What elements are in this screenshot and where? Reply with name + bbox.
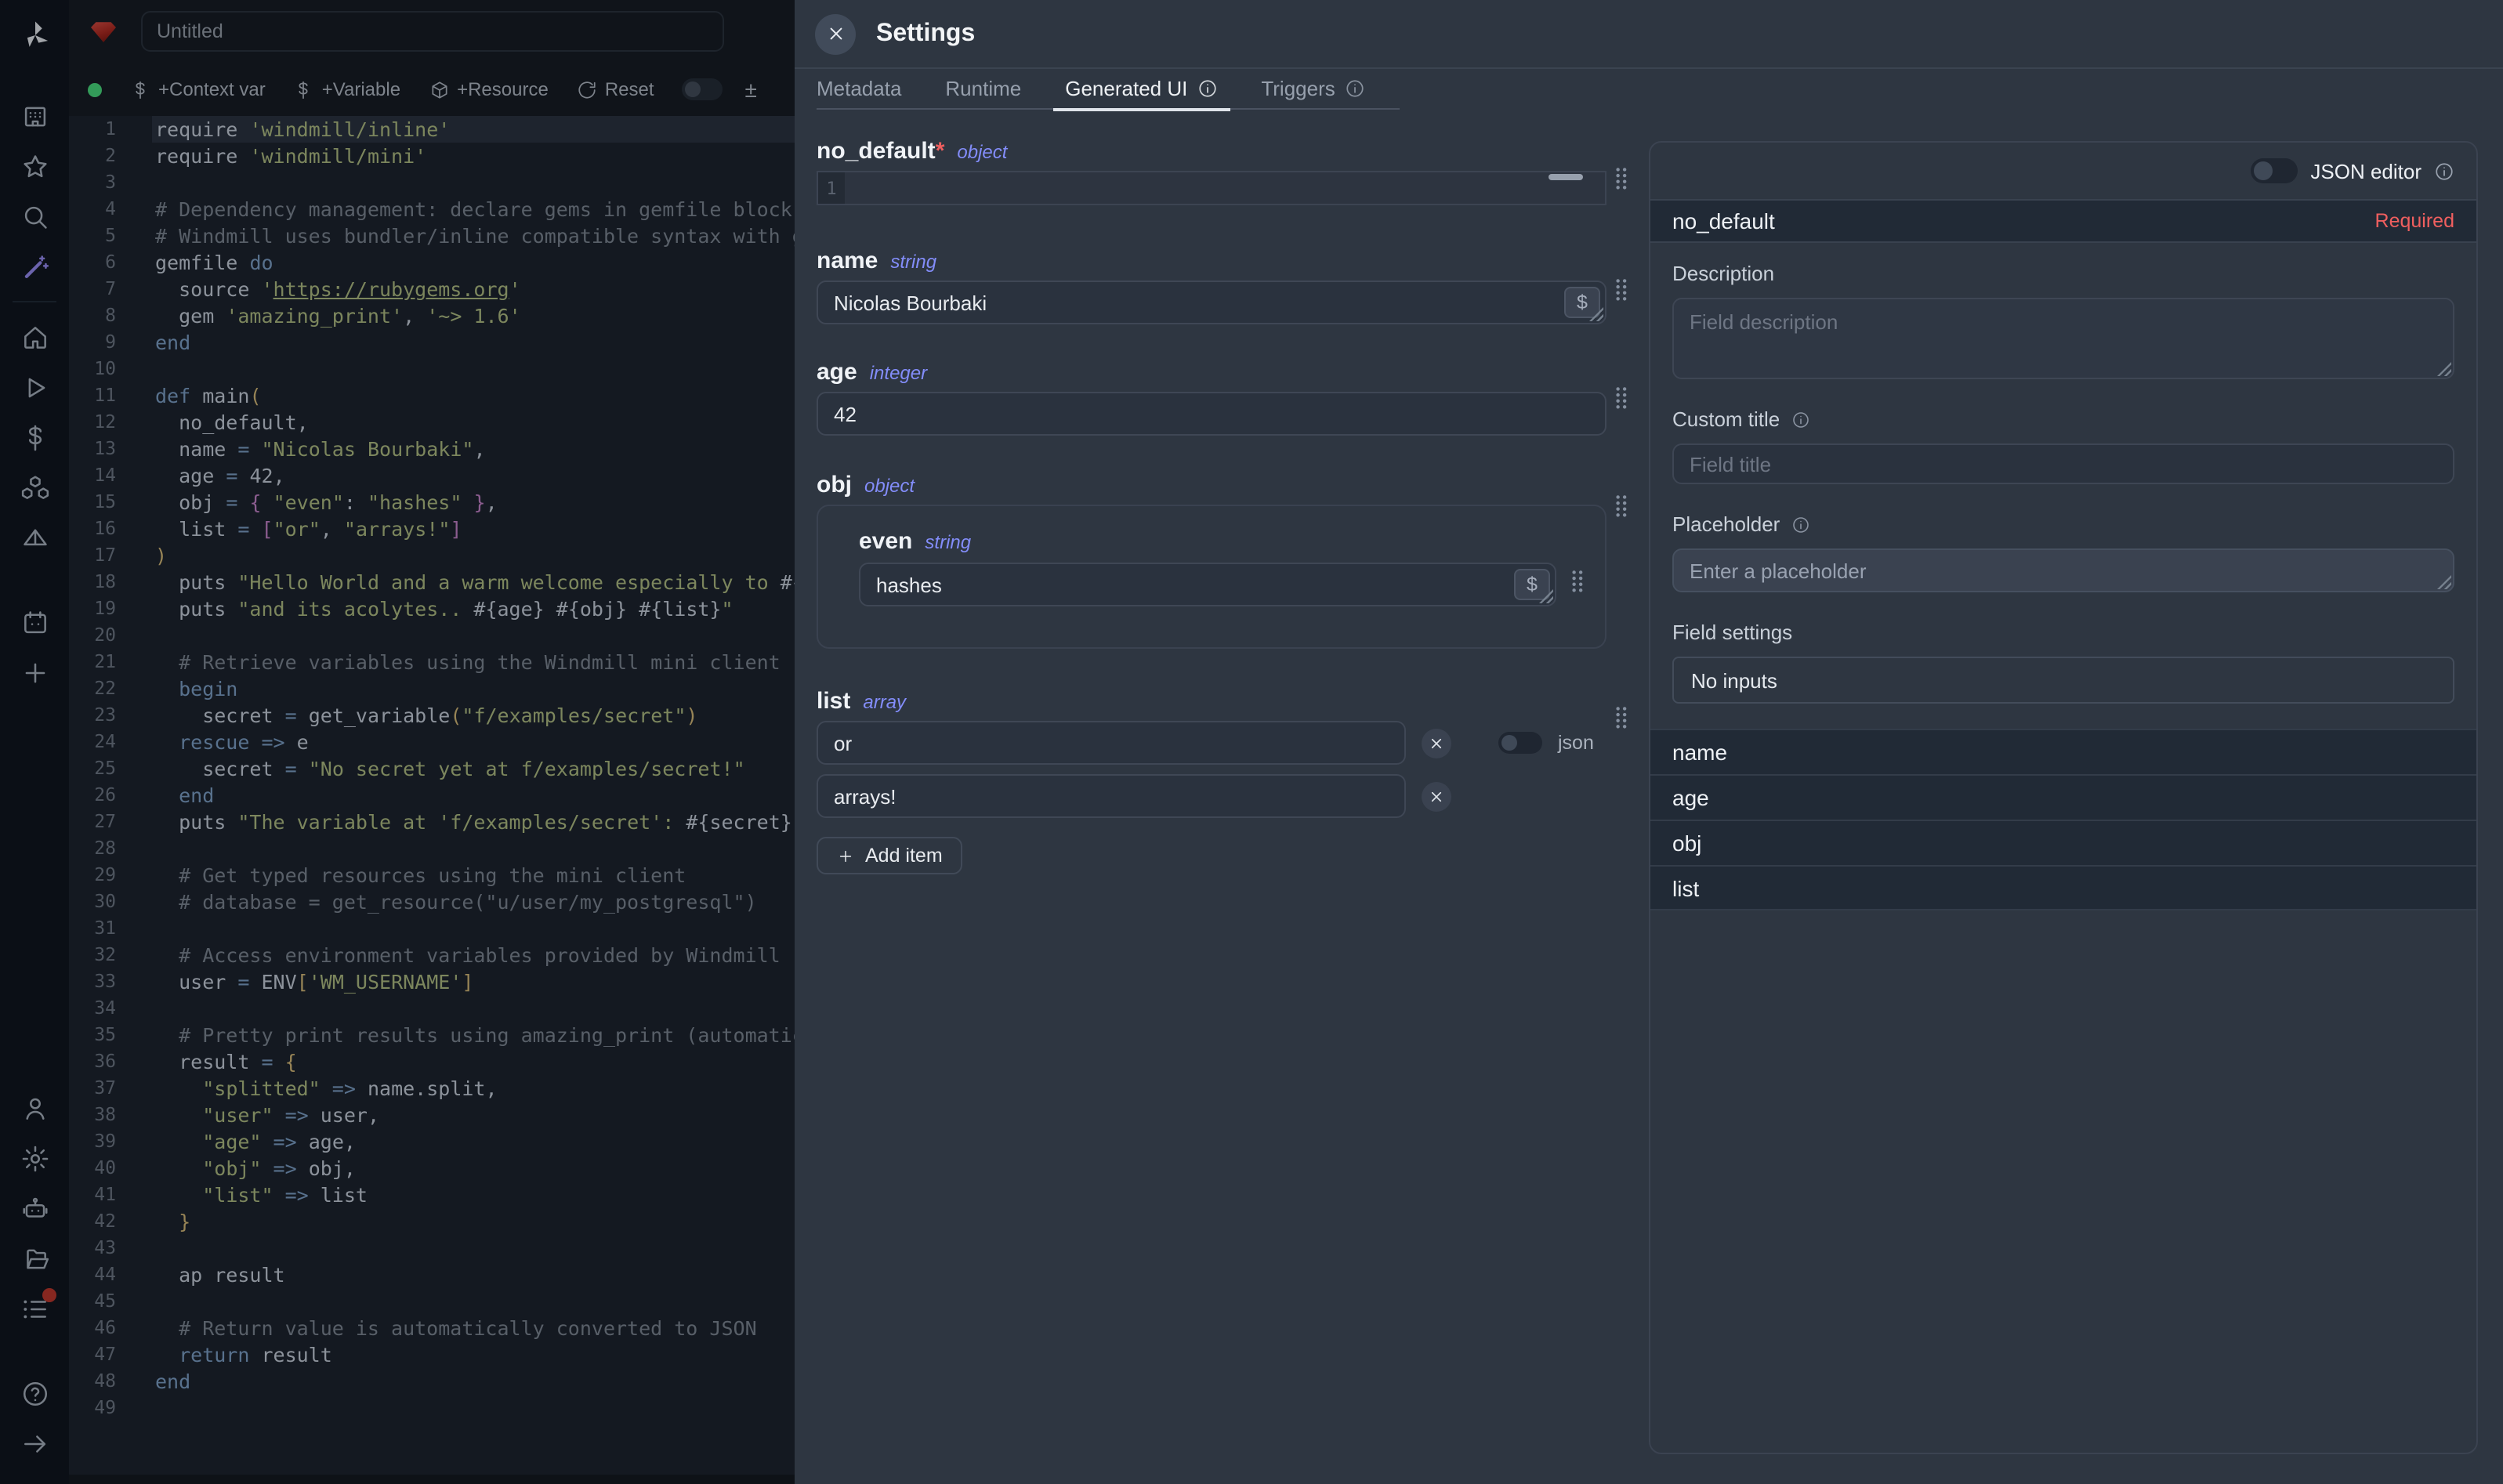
close-icon bbox=[1429, 789, 1443, 803]
add-item-button[interactable]: Add item bbox=[817, 837, 963, 874]
age-input[interactable]: 42 bbox=[817, 392, 1606, 436]
info-icon[interactable] bbox=[1791, 515, 1809, 534]
list-item-row: arrays! bbox=[817, 774, 1606, 818]
variable-picker-button[interactable]: $ bbox=[1514, 569, 1550, 600]
placeholder-label: Placeholder bbox=[1672, 512, 2454, 536]
info-icon[interactable] bbox=[1197, 78, 1217, 99]
custom-title-input[interactable]: Field title bbox=[1672, 443, 2454, 484]
no-inputs-box: No inputs bbox=[1672, 657, 2454, 704]
field-label-no-default: no_default* object bbox=[817, 138, 1606, 166]
field-label-obj: obj object bbox=[817, 472, 1606, 500]
remove-item-button[interactable] bbox=[1422, 728, 1451, 758]
info-icon[interactable] bbox=[2434, 161, 2454, 181]
field-label-list: list array bbox=[817, 688, 1606, 716]
settings-modal: Settings Metadata Runtime Generated UI T… bbox=[795, 0, 2503, 1484]
field-row-age[interactable]: age bbox=[1650, 774, 2476, 820]
field-label-name: name string bbox=[817, 248, 1606, 276]
plus-icon bbox=[837, 847, 854, 864]
drag-handle[interactable] bbox=[1570, 569, 1586, 594]
field-inspector-card: JSON editor no_default Required Descript… bbox=[1649, 141, 2478, 1454]
field-rows: name age obj list bbox=[1650, 729, 2476, 910]
field-row-no-default[interactable]: no_default Required bbox=[1650, 199, 2476, 243]
field-label-age: age integer bbox=[817, 359, 1606, 387]
name-input[interactable]: Nicolas Bourbaki $ bbox=[817, 281, 1606, 324]
scrollbar-thumb[interactable] bbox=[1549, 174, 1583, 179]
drag-handle[interactable] bbox=[1614, 385, 1630, 411]
no-default-json-editor[interactable]: 1 bbox=[817, 171, 1606, 205]
tab-triggers[interactable]: Triggers bbox=[1261, 68, 1364, 109]
json-editor-label: JSON editor bbox=[2310, 159, 2421, 183]
close-button[interactable] bbox=[815, 13, 856, 54]
settings-tabs: Metadata Runtime Generated UI Triggers bbox=[817, 69, 1400, 110]
settings-header: Settings bbox=[795, 0, 2503, 69]
placeholder-input[interactable]: Enter a placeholder bbox=[1672, 548, 2454, 592]
field-editor-section: Description Field description Custom tit… bbox=[1650, 243, 2476, 704]
settings-title: Settings bbox=[876, 20, 975, 48]
field-settings-label: Field settings bbox=[1672, 621, 2454, 644]
close-icon bbox=[1429, 736, 1443, 750]
editor-gutter: 1 bbox=[818, 172, 845, 204]
field-row-list[interactable]: list bbox=[1650, 865, 2476, 910]
list-item-input[interactable]: or bbox=[817, 721, 1406, 765]
json-toggle-label: json bbox=[1558, 732, 1594, 754]
remove-item-button[interactable] bbox=[1422, 781, 1451, 811]
tab-runtime[interactable]: Runtime bbox=[945, 68, 1021, 109]
resize-grip[interactable] bbox=[2437, 575, 2451, 589]
app-viewport: Untitled +Context var +Variable +Resourc… bbox=[0, 0, 2503, 1484]
drag-handle[interactable] bbox=[1614, 494, 1630, 519]
variable-picker-button[interactable]: $ bbox=[1564, 287, 1600, 318]
arguments-form: no_default* object 1 name string Nicolas… bbox=[817, 138, 1606, 874]
list-item-row: or json bbox=[817, 721, 1606, 765]
obj-group-box: even string hashes $ bbox=[817, 505, 1606, 649]
field-row-name[interactable]: name bbox=[1650, 729, 2476, 774]
modal-backdrop[interactable] bbox=[0, 0, 795, 1484]
field-label-even: even string bbox=[859, 528, 971, 556]
drag-handle[interactable] bbox=[1614, 705, 1630, 730]
generated-ui-content: no_default* object 1 name string Nicolas… bbox=[795, 111, 2503, 1484]
drag-handle[interactable] bbox=[1614, 277, 1630, 302]
json-toggle[interactable] bbox=[1498, 732, 1542, 754]
custom-title-label: Custom title bbox=[1672, 407, 2454, 431]
description-textarea[interactable]: Field description bbox=[1672, 298, 2454, 379]
required-badge: Required bbox=[2375, 210, 2454, 232]
even-input[interactable]: hashes $ bbox=[859, 563, 1556, 606]
json-editor-row: JSON editor bbox=[1650, 143, 2476, 199]
json-editor-toggle[interactable] bbox=[2251, 158, 2298, 183]
required-asterisk: * bbox=[936, 138, 945, 165]
close-icon bbox=[827, 25, 844, 42]
description-label: Description bbox=[1672, 262, 2454, 285]
drag-handle[interactable] bbox=[1614, 166, 1630, 191]
info-icon[interactable] bbox=[1345, 78, 1365, 99]
list-item-input[interactable]: arrays! bbox=[817, 774, 1406, 818]
info-icon[interactable] bbox=[1791, 410, 1809, 429]
tab-metadata[interactable]: Metadata bbox=[817, 68, 901, 109]
resize-grip[interactable] bbox=[2437, 362, 2451, 376]
tab-generated-ui[interactable]: Generated UI bbox=[1065, 68, 1217, 109]
field-row-obj[interactable]: obj bbox=[1650, 820, 2476, 865]
